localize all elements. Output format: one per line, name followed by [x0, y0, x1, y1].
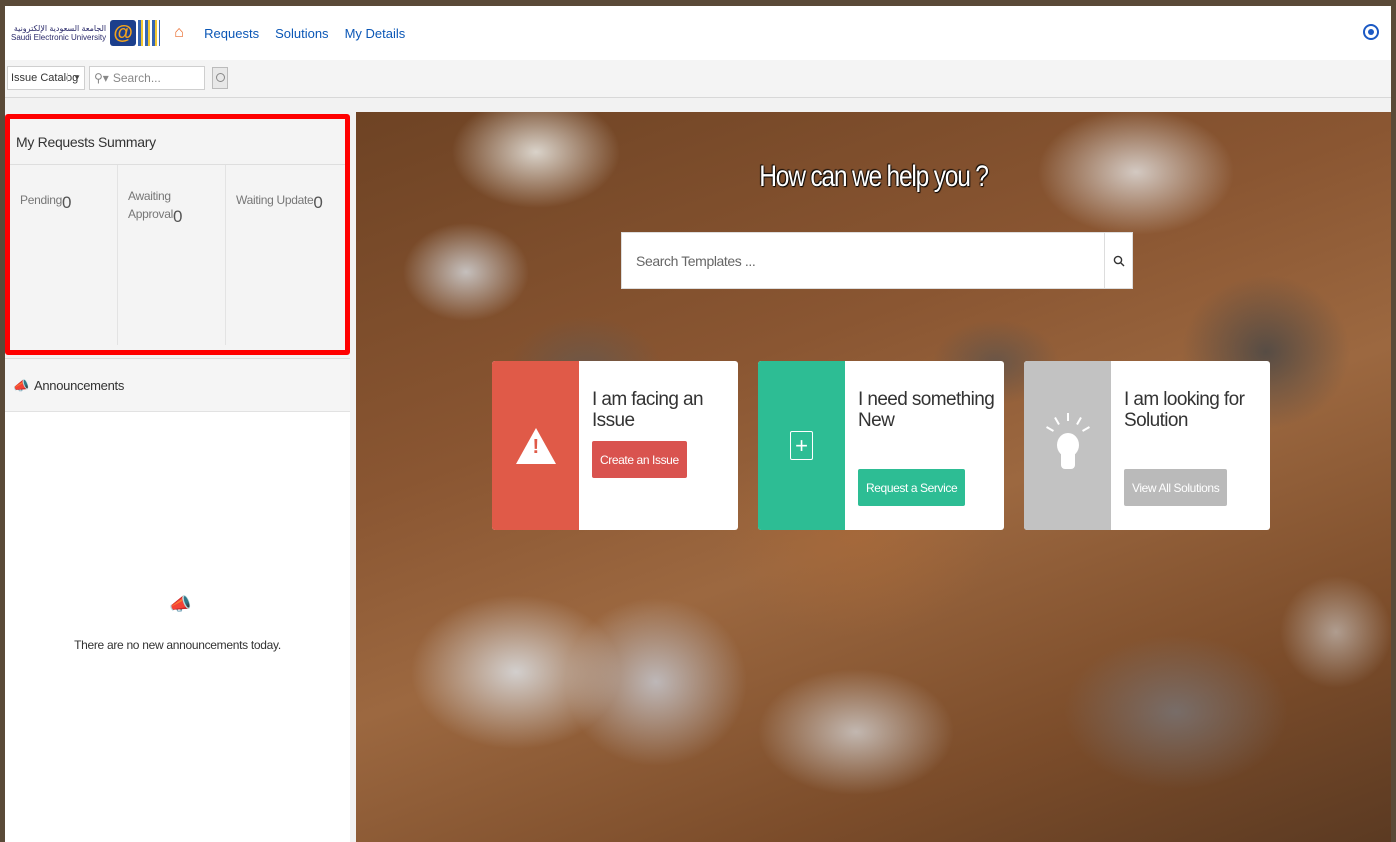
- megaphone-icon: 📣: [13, 378, 29, 393]
- search-icon[interactable]: [1104, 232, 1132, 289]
- hero-banner: How can we help you ? Search Templates .…: [356, 112, 1391, 842]
- summary-title: My Requests Summary: [10, 119, 345, 165]
- announcements-header: 📣 Announcements: [5, 359, 350, 412]
- announcements-empty-text: There are no new announcements today.: [74, 638, 281, 652]
- requests-summary-panel: My Requests Summary Pending0 Awaiting Ap…: [5, 114, 350, 355]
- lightbulb-icon: [1045, 411, 1090, 481]
- stat-count: 0: [313, 193, 323, 212]
- stat-waiting-update[interactable]: Waiting Update0: [226, 165, 334, 345]
- stat-label: Waiting Update: [236, 193, 314, 207]
- stat-pending[interactable]: Pending0: [10, 165, 118, 345]
- template-search-input[interactable]: Search Templates ...: [621, 232, 1133, 289]
- search-input[interactable]: ⚲▾ Search...: [89, 66, 205, 90]
- megaphone-outline-icon: 📣: [169, 594, 192, 614]
- top-navbar: الجامعة السعودية الإلكترونية Saudi Elect…: [5, 6, 1391, 60]
- nav-my-details[interactable]: My Details: [345, 26, 406, 41]
- search-toolbar: Issue Catalog ▼ ⚲▾ Search...: [5, 60, 1391, 98]
- solution-card: I am looking for Solution View All Solut…: [1024, 361, 1270, 530]
- logo-pattern: [138, 20, 161, 46]
- chevron-down-icon: ▼: [67, 73, 81, 82]
- logo-mark: @: [110, 20, 137, 46]
- app-frame: الجامعة السعودية الإلكترونية Saudi Elect…: [5, 6, 1391, 842]
- nav-requests[interactable]: Requests: [204, 26, 259, 41]
- stat-label: Pending: [20, 193, 62, 207]
- template-search-placeholder: Search Templates ...: [636, 252, 756, 269]
- user-icon[interactable]: [1363, 24, 1379, 40]
- card-title: I need something New: [858, 389, 995, 431]
- plus-icon: +: [790, 431, 813, 460]
- home-icon[interactable]: ⌂: [174, 25, 188, 41]
- stat-label: Awaiting Approval: [128, 189, 173, 221]
- stat-count: 0: [172, 207, 183, 226]
- card-title: I am facing an Issue: [592, 389, 704, 431]
- stat-count: 0: [61, 193, 72, 212]
- create-issue-button[interactable]: Create an Issue: [592, 441, 687, 478]
- university-logo[interactable]: الجامعة السعودية الإلكترونية Saudi Elect…: [11, 11, 161, 55]
- announcements-panel: 📣 Announcements 📣 There are no new annou…: [5, 358, 350, 842]
- announcements-title: Announcements: [34, 377, 125, 393]
- catalog-select[interactable]: Issue Catalog ▼: [7, 66, 85, 90]
- warning-icon: !: [515, 427, 556, 464]
- stat-awaiting-approval[interactable]: Awaiting Approval0: [118, 165, 226, 345]
- view-solutions-button[interactable]: View All Solutions: [1124, 469, 1228, 506]
- nav-solutions[interactable]: Solutions: [275, 26, 328, 41]
- logo-text-arabic: الجامعة السعودية الإلكترونية: [13, 24, 107, 33]
- hero-title: How can we help you ?: [759, 160, 989, 193]
- search-icon: ⚲▾: [94, 71, 109, 85]
- issue-card: ! I am facing an Issue Create an Issue: [492, 361, 738, 530]
- card-title: I am looking for Solution: [1124, 389, 1245, 431]
- request-service-button[interactable]: Request a Service: [858, 469, 966, 506]
- advanced-search-icon[interactable]: [212, 67, 228, 89]
- service-card: + I need something New Request a Service: [758, 361, 1004, 530]
- search-placeholder: Search...: [112, 71, 161, 85]
- logo-text-english: Saudi Electronic University: [11, 33, 107, 42]
